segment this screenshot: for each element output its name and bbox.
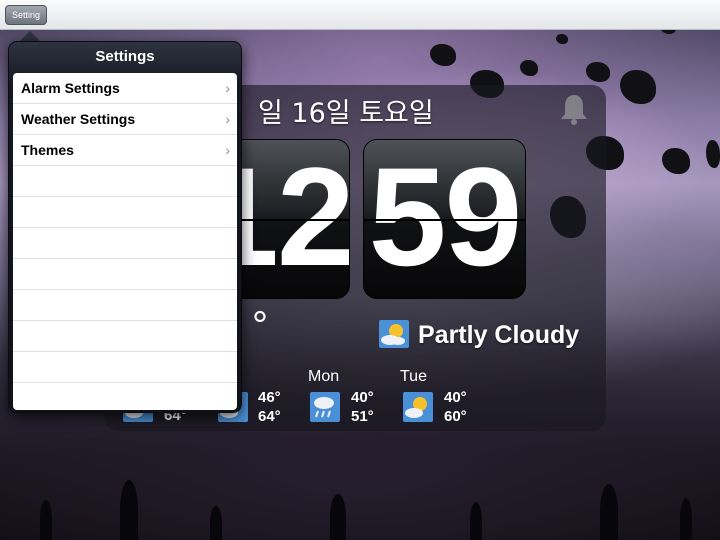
forecast-high: 40° (351, 389, 374, 406)
tree-silhouette (330, 494, 346, 540)
weather-condition: Partly Cloudy (418, 321, 580, 349)
empty-row (13, 290, 237, 321)
forecast-day-label: Tue (400, 368, 427, 385)
settings-popover: Settings Alarm Settings › Weather Settin… (8, 41, 242, 413)
menu-item-label: Alarm Settings (21, 80, 120, 96)
rain-icon (310, 392, 340, 422)
partly-cloudy-icon (379, 320, 409, 348)
minutes-digits: 59 (368, 139, 523, 295)
empty-row (13, 259, 237, 290)
menu-item-label: Weather Settings (21, 111, 136, 127)
chevron-right-icon: › (225, 80, 230, 96)
forecast-low: 64° (258, 408, 281, 425)
tree-silhouette (210, 506, 222, 540)
forecast-low: 60° (444, 408, 467, 425)
partly-cloudy-icon (403, 392, 433, 422)
empty-row (13, 321, 237, 352)
asteroid (556, 34, 568, 44)
minutes-flip-card: 59 (363, 139, 526, 299)
tree-silhouette (470, 502, 482, 540)
forecast-day-label: Mon (308, 368, 340, 385)
tree-silhouette (680, 498, 692, 540)
empty-row (13, 352, 237, 383)
popover-title: Settings (95, 48, 155, 65)
tree-silhouette (40, 500, 52, 540)
menu-item-alarm-settings[interactable]: Alarm Settings › (13, 73, 237, 104)
empty-row (13, 228, 237, 259)
asteroid (430, 44, 456, 66)
empty-row (13, 383, 237, 410)
setting-button[interactable]: Setting (5, 5, 48, 25)
menu-item-themes[interactable]: Themes › (13, 135, 237, 166)
asteroid (520, 60, 538, 76)
tree-silhouette (600, 484, 618, 540)
bell-icon[interactable] (558, 92, 590, 126)
forecast-high: 46° (258, 389, 281, 406)
top-toolbar: Setting (0, 0, 720, 30)
menu-item-weather-settings[interactable]: Weather Settings › (13, 104, 237, 135)
chevron-right-icon: › (225, 142, 230, 158)
empty-row (13, 166, 237, 197)
empty-row (13, 197, 237, 228)
date-label: 일 16일 토요일 (258, 98, 434, 129)
tree-silhouette (120, 480, 138, 540)
menu-item-label: Themes (21, 142, 74, 158)
asteroid (706, 140, 720, 168)
asteroid (662, 148, 690, 174)
forecast-high: 40° (444, 389, 467, 406)
settings-list: Alarm Settings › Weather Settings › Them… (13, 73, 237, 410)
chevron-right-icon: › (225, 111, 230, 127)
asteroid (586, 62, 610, 82)
forecast-low: 51° (351, 408, 374, 425)
